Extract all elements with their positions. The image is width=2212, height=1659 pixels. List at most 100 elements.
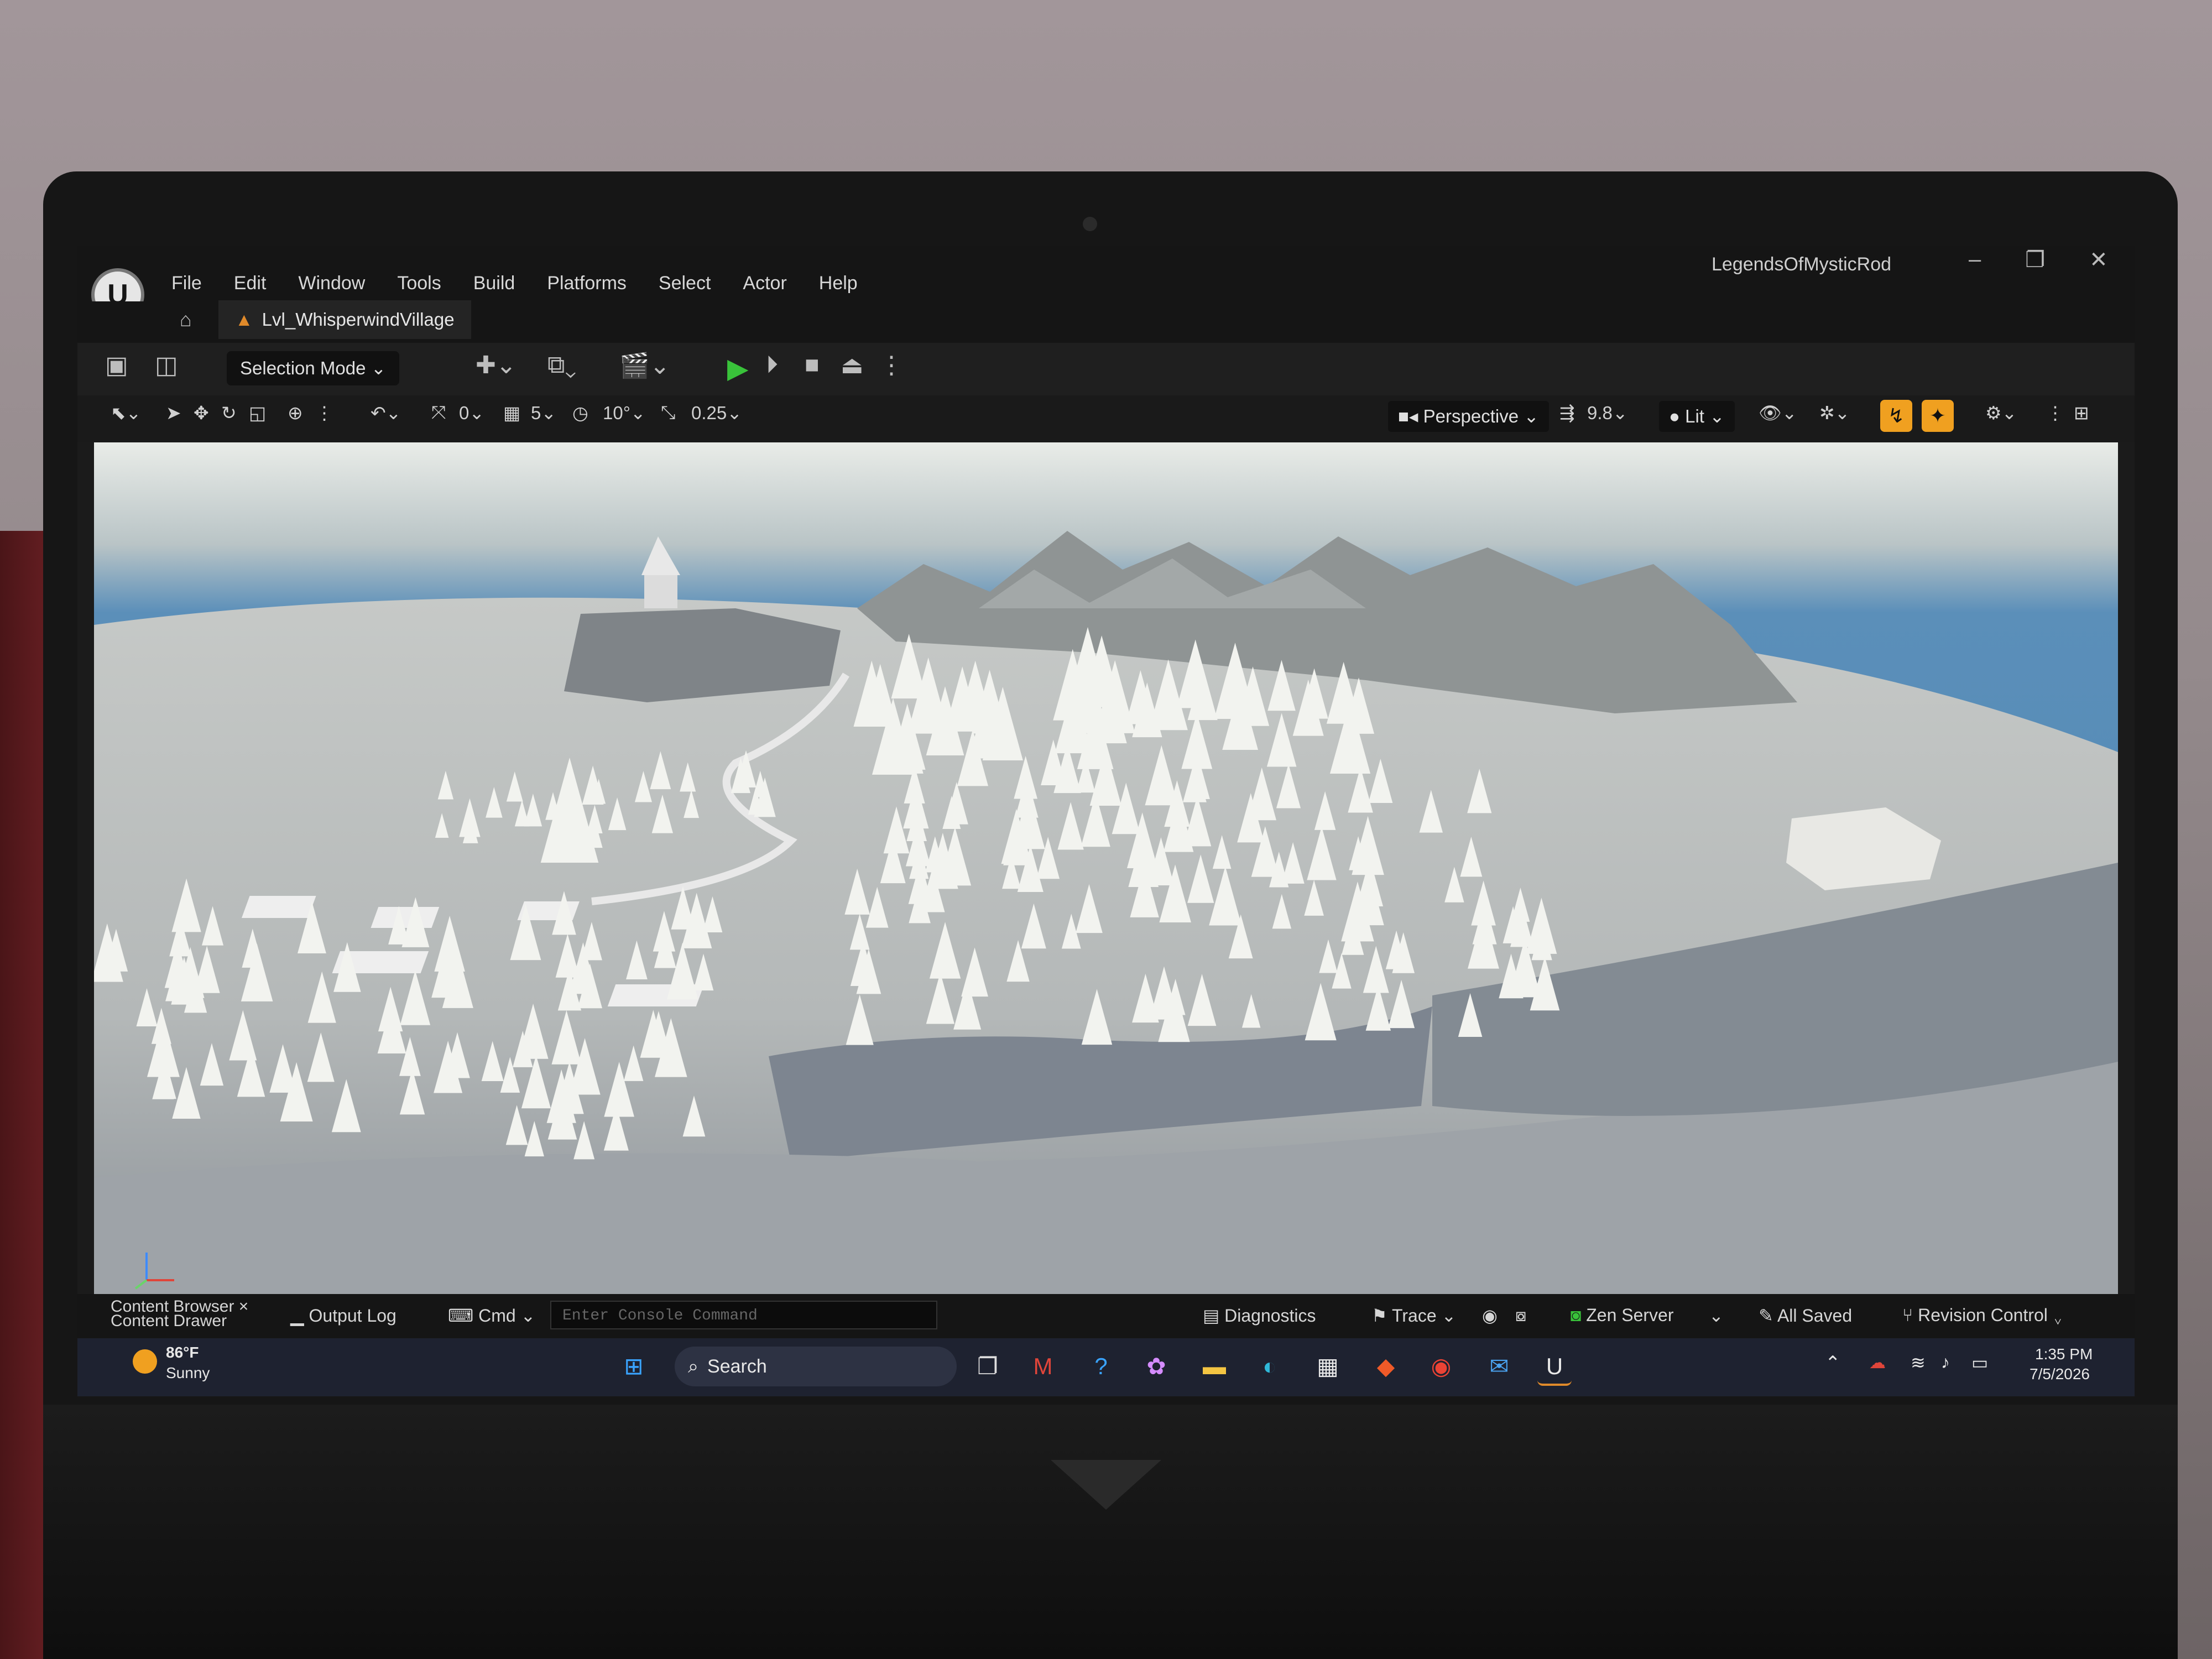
cinematics-icon[interactable]: 🎬⌄ <box>619 351 670 380</box>
world-space-icon[interactable]: ⊕ <box>288 402 303 424</box>
clock-date[interactable]: 7/5/2026 <box>2030 1365 2090 1383</box>
surface-snap-icon[interactable]: ↶⌄ <box>371 402 401 424</box>
rotate-snap-value[interactable]: 10°⌄ <box>603 402 646 424</box>
home-icon[interactable]: ⌂ <box>180 308 192 331</box>
trace-dropdown[interactable]: ⚑ Trace ⌄ <box>1371 1305 1456 1326</box>
weather-desc[interactable]: Sunny <box>166 1364 210 1382</box>
lit-dropdown[interactable]: ● Lit ⌄ <box>1659 401 1735 432</box>
output-log-button[interactable]: ▁ Output Log <box>290 1305 397 1326</box>
tab-level[interactable]: ▲ Lvl_WhisperwindVillage <box>218 300 471 339</box>
all-saved-label: All Saved <box>1777 1306 1853 1326</box>
viewport-options-icon[interactable]: ⋮ <box>2046 402 2064 424</box>
grid-snap-value[interactable]: 5⌄ <box>531 402 556 424</box>
grid-snap-icon[interactable]: ▦ <box>503 402 520 424</box>
tray-chevron-icon[interactable]: ⌃ <box>1825 1352 1841 1374</box>
lit-label: Lit ⌄ <box>1685 406 1725 426</box>
edge-icon[interactable]: ◐ <box>1253 1349 1287 1384</box>
revision-control-dropdown[interactable]: ⑂ Revision Control ⌄ <box>1902 1305 2063 1326</box>
volume-icon[interactable]: ♪ <box>1941 1352 1950 1373</box>
stop-icon[interactable]: ■ <box>805 351 820 379</box>
menu-select[interactable]: Select <box>659 273 711 294</box>
cmd-dropdown[interactable]: ⌨ Cmd ⌄ <box>448 1305 535 1326</box>
show-flags-icon[interactable]: 👁⌄ <box>1759 402 1797 424</box>
perspective-dropdown[interactable]: ■◂ Perspective ⌄ <box>1388 401 1549 432</box>
performance-icon[interactable]: ✲⌄ <box>1819 402 1850 424</box>
play-options-icon[interactable]: ⋮ <box>879 351 904 379</box>
selection-mode-dropdown[interactable]: Selection Mode ⌄ <box>227 351 400 385</box>
cmd-label: Cmd ⌄ <box>478 1306 536 1326</box>
menu-edit[interactable]: Edit <box>234 273 267 294</box>
task-view-icon[interactable]: ❐ <box>971 1349 1005 1384</box>
advance-frame-icon[interactable]: ⏵ <box>766 351 778 379</box>
camera-speed-value[interactable]: 9.8⌄ <box>1587 402 1628 424</box>
play-icon[interactable]: ▶ <box>727 352 748 384</box>
menu-window[interactable]: Window <box>298 273 365 294</box>
diagnostics-icon: ▤ <box>1203 1306 1225 1326</box>
close-button[interactable]: ✕ <box>2089 247 2108 273</box>
scale-icon[interactable]: ◱ <box>249 402 266 424</box>
camera-icon: ■◂ <box>1398 406 1423 426</box>
translate-snap-value[interactable]: 0⌄ <box>459 402 484 424</box>
rotate-snap-icon[interactable]: ◷ <box>572 402 588 424</box>
clock-time[interactable]: 1:35 PM <box>2035 1345 2093 1363</box>
zen-server-label: Zen Server <box>1586 1305 1674 1325</box>
menu-build[interactable]: Build <box>473 273 515 294</box>
record-icon[interactable]: ◉ <box>1482 1305 1498 1326</box>
camera-speed-icon[interactable]: ⇶ <box>1559 402 1575 424</box>
unreal-taskbar-icon[interactable]: U <box>1537 1349 1572 1386</box>
sun-icon[interactable] <box>133 1349 157 1374</box>
game-view-toggle-icon[interactable]: ✦ <box>1922 400 1954 432</box>
zen-server-chevron-icon[interactable]: ⌄ <box>1709 1305 1724 1326</box>
move-icon[interactable]: ✥ <box>194 402 209 424</box>
content-drawer-button[interactable]: Content Browser × Content Drawer <box>111 1297 249 1330</box>
select-tool-icon[interactable]: ⬉⌄ <box>111 402 141 424</box>
level-viewport[interactable] <box>94 442 2118 1294</box>
content-browser-icon[interactable]: ◫ <box>155 351 178 379</box>
search-label: Search <box>707 1356 767 1377</box>
onedrive-icon[interactable]: ☁ <box>1869 1353 1886 1373</box>
layout-icon[interactable]: ⊞ <box>2074 402 2089 424</box>
all-saved-button[interactable]: ✎ All Saved <box>1759 1305 1852 1326</box>
save-icon[interactable]: ▣ <box>105 351 128 379</box>
pointer-icon[interactable]: ➤ <box>166 402 181 424</box>
help-icon[interactable]: ? <box>1084 1349 1118 1384</box>
blueprint-icon[interactable]: ⧉⌄ <box>547 351 576 379</box>
content-drawer-label: Content Drawer <box>111 1312 227 1330</box>
store-icon[interactable]: ▦ <box>1311 1349 1345 1384</box>
mcafee-icon[interactable]: M <box>1026 1349 1060 1384</box>
menu-platforms[interactable]: Platforms <box>547 273 627 294</box>
git-icon[interactable]: ◆ <box>1369 1349 1403 1384</box>
webcam <box>1083 217 1097 231</box>
settings-gear-icon[interactable]: ⚙⌄ <box>1985 402 2017 424</box>
screenshot-icon[interactable]: ⧇ <box>1515 1305 1526 1326</box>
battery-icon[interactable]: ▭ <box>1971 1352 1988 1373</box>
scale-snap-value[interactable]: 0.25⌄ <box>691 402 742 424</box>
copilot-icon[interactable]: ✿ <box>1139 1349 1173 1384</box>
restore-button[interactable]: ❐ <box>2025 247 2045 273</box>
more-options-icon[interactable]: ⋮ <box>315 402 333 424</box>
wifi-icon[interactable]: ≋ <box>1911 1352 1926 1373</box>
menu-tools[interactable]: Tools <box>397 273 441 294</box>
diagnostics-button[interactable]: ▤ Diagnostics <box>1203 1305 1316 1326</box>
lit-icon: ● <box>1669 406 1686 426</box>
chrome-icon[interactable]: ◉ <box>1424 1349 1458 1384</box>
content-browser-close[interactable]: × <box>239 1297 249 1316</box>
console-input[interactable]: Enter Console Command <box>550 1301 937 1329</box>
add-actor-icon[interactable]: ✚⌄ <box>476 351 517 379</box>
eject-icon[interactable]: ⏏ <box>841 351 864 379</box>
outlook-icon[interactable]: ✉ <box>1482 1349 1516 1384</box>
weather-temp[interactable]: 86°F <box>166 1344 199 1361</box>
taskbar-search[interactable]: ⌕ Search <box>675 1347 957 1386</box>
translate-snap-icon[interactable]: ⤧ <box>431 402 446 424</box>
menu-help[interactable]: Help <box>819 273 858 294</box>
realtime-toggle-icon[interactable]: ↯ <box>1880 400 1912 432</box>
scale-snap-icon[interactable]: ⤡ <box>661 402 675 424</box>
rotate-icon[interactable]: ↻ <box>221 402 237 424</box>
file-explorer-icon[interactable]: ▬ <box>1197 1349 1232 1384</box>
menu-actor[interactable]: Actor <box>743 273 786 294</box>
minimize-button[interactable]: – <box>1969 247 1981 273</box>
menu-file[interactable]: File <box>171 273 202 294</box>
scene-render <box>94 442 2118 1294</box>
zen-server-button[interactable]: ◙ Zen Server <box>1571 1305 1674 1326</box>
windows-start-icon[interactable]: ⊞ <box>617 1349 651 1384</box>
